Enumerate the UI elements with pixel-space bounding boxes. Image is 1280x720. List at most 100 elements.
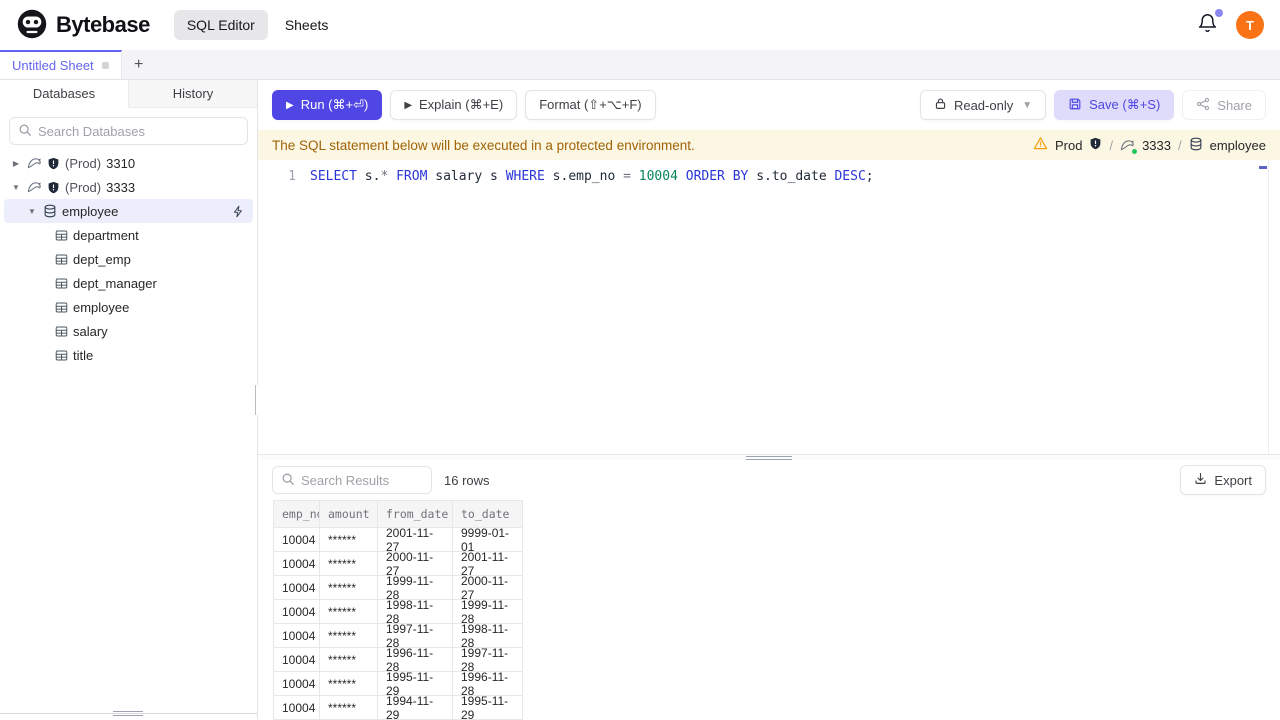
result-row[interactable]: 10004 ****** 1997-11-28 1998-11-28 — [273, 624, 523, 648]
sidebar-bottom-resize-handle[interactable] — [113, 711, 143, 716]
caret-expanded-icon[interactable]: ▼ — [10, 183, 22, 192]
result-cell: 2001-11-27 — [453, 552, 523, 575]
play-icon: ▶ — [404, 99, 413, 111]
readonly-label: Read-only — [953, 97, 1014, 113]
main-panel: ▶ Run (⌘+⏎) ▶ Explain (⌘+E) Format (⇧+⌥+… — [258, 80, 1280, 720]
format-label: Format (⇧+⌥+F) — [539, 97, 642, 112]
sidebar-table-employee[interactable]: employee — [0, 295, 257, 319]
result-row[interactable]: 10004 ****** 1994-11-29 1995-11-29 — [273, 696, 523, 720]
tab-databases[interactable]: Databases — [0, 80, 129, 108]
result-cell: 1994-11-29 — [378, 696, 453, 719]
overview-ruler[interactable] — [1259, 160, 1269, 454]
sidebar-database-employee[interactable]: ▼ employee — [4, 199, 253, 223]
nav-sql-editor[interactable]: SQL Editor — [173, 10, 268, 40]
database-name: employee — [62, 203, 119, 219]
run-button[interactable]: ▶ Run (⌘+⏎) — [272, 90, 383, 120]
caret-collapsed-icon[interactable]: ▶ — [10, 159, 22, 168]
table-icon — [55, 325, 68, 338]
top-nav: SQL Editor Sheets — [173, 10, 342, 40]
explain-label: Explain (⌘+E) — [419, 97, 504, 112]
format-button[interactable]: Format (⇧+⌥+F) — [525, 90, 656, 120]
notifications-button[interactable] — [1193, 9, 1223, 41]
avatar[interactable]: T — [1236, 11, 1264, 39]
sidebar-tabs: Databases History — [0, 80, 257, 108]
table-list: department dept_emp dept_manager employee sa… — [0, 223, 257, 367]
save-label: Save (⌘+S) — [1089, 97, 1161, 112]
result-cell: 1997-11-28 — [378, 624, 453, 647]
result-cell: 10004 — [273, 648, 320, 671]
save-button[interactable]: Save (⌘+S) — [1054, 90, 1175, 120]
sidebar: Databases History ▶ (Prod) 3310 ▼ — [0, 80, 260, 720]
result-cell: 10004 — [273, 528, 320, 551]
sql-editor[interactable]: 1 SELECT s.* FROM salary s WHERE s.emp_n… — [258, 160, 1280, 454]
table-name: salary — [73, 323, 108, 339]
instance-env-label: (Prod) — [65, 155, 102, 171]
result-row[interactable]: 10004 ****** 1996-11-28 1997-11-28 — [273, 648, 523, 672]
sheet-tab-label: Untitled Sheet — [12, 58, 94, 73]
lightning-icon[interactable] — [232, 205, 245, 218]
search-icon — [281, 472, 295, 489]
result-cell: 2000-11-27 — [453, 576, 523, 599]
table-icon — [55, 349, 68, 362]
panel-divider[interactable] — [258, 454, 1280, 460]
results-panel: 16 rows Export emp_noamountfrom_dateto_d… — [258, 460, 1280, 720]
result-row[interactable]: 10004 ****** 2000-11-27 2001-11-27 — [273, 552, 523, 576]
database-icon — [43, 204, 57, 218]
column-header-to_date[interactable]: to_date — [453, 501, 523, 527]
export-button[interactable]: Export — [1180, 465, 1266, 495]
caret-expanded-icon[interactable]: ▼ — [26, 207, 38, 216]
mysql-icon — [27, 180, 42, 195]
result-cell: 9999-01-01 — [453, 528, 523, 551]
table-name: title — [73, 347, 94, 363]
column-header-emp_no[interactable]: emp_no — [273, 501, 320, 527]
column-header-amount[interactable]: amount — [320, 501, 378, 527]
search-icon — [18, 123, 32, 140]
result-cell: ****** — [320, 576, 378, 599]
sidebar-table-dept_manager[interactable]: dept_manager — [0, 271, 257, 295]
readonly-mode-button[interactable]: Read-only ▼ — [919, 90, 1047, 120]
banner-message: The SQL statement below will be executed… — [272, 137, 695, 153]
result-row[interactable]: 10004 ****** 2001-11-27 9999-01-01 — [273, 528, 523, 552]
tab-history[interactable]: History — [129, 80, 257, 108]
result-row[interactable]: 10004 ****** 1998-11-28 1999-11-28 — [273, 600, 523, 624]
brand[interactable]: Bytebase — [16, 8, 150, 43]
sidebar-instance-3333[interactable]: ▼ (Prod) 3333 — [0, 175, 257, 199]
mysql-icon — [27, 156, 42, 171]
database-label[interactable]: employee — [1210, 138, 1266, 153]
database-search-input[interactable] — [38, 123, 239, 139]
add-sheet-button[interactable]: + — [122, 50, 156, 79]
table-icon — [55, 253, 68, 266]
results-search[interactable] — [272, 466, 477, 494]
column-header-from_date[interactable]: from_date — [378, 501, 453, 527]
environment-shield-icon — [47, 157, 60, 170]
result-cell: 1996-11-28 — [378, 648, 453, 671]
results-resize-handle[interactable] — [746, 456, 792, 460]
sidebar-instance-3310[interactable]: ▶ (Prod) 3310 — [0, 151, 257, 175]
database-search[interactable] — [9, 117, 248, 145]
results-grid-body: 10004 ****** 2001-11-27 9999-01-01 10004 ****… — [273, 528, 523, 720]
result-row[interactable]: 10004 ****** 1995-11-29 1996-11-28 — [273, 672, 523, 696]
share-label: Share — [1217, 97, 1252, 113]
sidebar-table-salary[interactable]: salary — [0, 319, 257, 343]
explain-button[interactable]: ▶ Explain (⌘+E) — [390, 90, 518, 120]
environment-label[interactable]: Prod — [1055, 138, 1082, 153]
sidebar-table-dept_emp[interactable]: dept_emp — [0, 247, 257, 271]
table-name: dept_emp — [73, 251, 131, 267]
sql-statement[interactable]: SELECT s.* FROM salary s WHERE s.emp_no … — [296, 167, 874, 186]
download-icon — [1194, 472, 1207, 488]
result-row[interactable]: 10004 ****** 1999-11-28 2000-11-27 — [273, 576, 523, 600]
instance-env-label: (Prod) — [65, 179, 102, 195]
code-line[interactable]: 1 SELECT s.* FROM salary s WHERE s.emp_n… — [258, 160, 1280, 186]
sidebar-table-department[interactable]: department — [0, 223, 257, 247]
chevron-down-icon: ▼ — [1022, 99, 1033, 111]
share-button[interactable]: Share — [1182, 90, 1266, 120]
save-icon — [1068, 97, 1082, 114]
tab-untitled-sheet[interactable]: Untitled Sheet — [0, 50, 122, 79]
instance-label[interactable]: 3333 — [1142, 138, 1171, 153]
result-cell: 1998-11-28 — [378, 600, 453, 623]
result-cell: 1999-11-28 — [453, 600, 523, 623]
bell-icon — [1197, 14, 1218, 37]
result-cell: ****** — [320, 648, 378, 671]
nav-sheets[interactable]: Sheets — [272, 10, 342, 40]
sidebar-table-title[interactable]: title — [0, 343, 257, 367]
